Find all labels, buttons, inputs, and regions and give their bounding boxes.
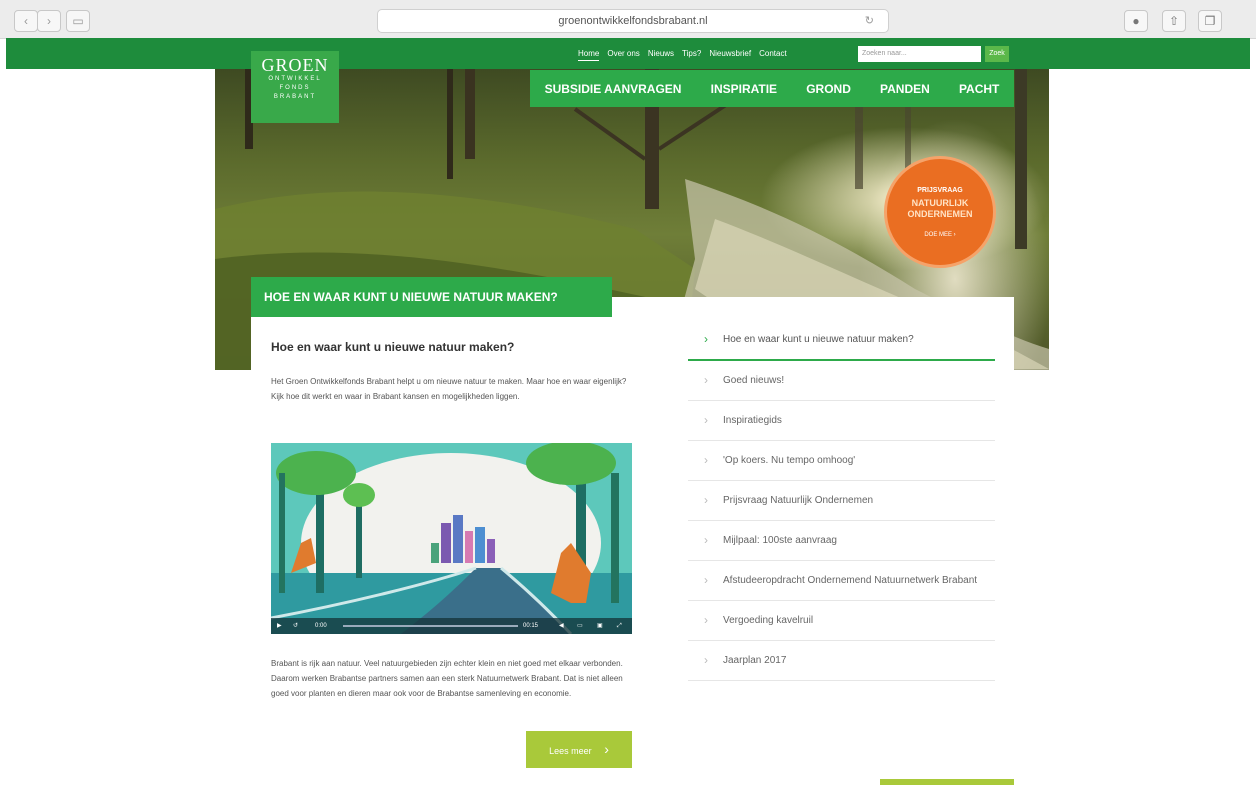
top-nav-nieuwsbrief[interactable]: Nieuwsbrief bbox=[709, 47, 751, 61]
sidebar-item-label: Goed nieuws! bbox=[723, 375, 785, 386]
sidebar-item[interactable]: › Prijsvraag Natuurlijk Ondernemen bbox=[688, 481, 995, 521]
sidebar-link-list: › Hoe en waar kunt u nieuwe natuur maken?… bbox=[688, 320, 995, 681]
intro-text: Het Groen Ontwikkelfonds Brabant helpt u… bbox=[271, 377, 627, 401]
volume-icon[interactable]: ◀ bbox=[559, 618, 564, 634]
sidebar-item[interactable]: › Jaarplan 2017 bbox=[688, 641, 995, 681]
main-nav-inspiratie[interactable]: INSPIRATIE bbox=[711, 82, 777, 96]
badge-cta[interactable]: DOE MEE › bbox=[887, 232, 993, 238]
video-controls: ▶ ↺ 0:00 00:15 ◀ ▭ ▣ ⤢ bbox=[271, 618, 632, 634]
video-current-time: 0:00 bbox=[315, 623, 327, 629]
top-nav-tips[interactable]: Tips? bbox=[682, 47, 701, 61]
video-illustration bbox=[271, 443, 632, 634]
read-more-button[interactable]: Lees meer › bbox=[526, 731, 632, 768]
read-more-label: Lees meer bbox=[549, 746, 592, 756]
top-nav-contact[interactable]: Contact bbox=[759, 47, 787, 61]
sidebar-item[interactable]: › 'Op koers. Nu tempo omhoog' bbox=[688, 441, 995, 481]
video-duration: 00:15 bbox=[523, 623, 539, 629]
sidebar-item[interactable]: › Goed nieuws! bbox=[688, 361, 995, 401]
play-icon[interactable]: ▶ bbox=[277, 618, 282, 634]
chevron-right-icon: › bbox=[704, 413, 708, 427]
page-title: Hoe en waar kunt u nieuwe natuur maken? bbox=[271, 340, 515, 354]
sidebar-item-active[interactable]: › Hoe en waar kunt u nieuwe natuur maken? bbox=[688, 320, 995, 361]
main-nav: SUBSIDIE AANVRAGEN INSPIRATIE GROND PAND… bbox=[530, 70, 1014, 107]
reload-icon[interactable]: ↻ bbox=[865, 10, 874, 32]
badge-kicker: PRIJSVRAAG bbox=[917, 187, 963, 194]
extensions-icon[interactable]: ● bbox=[1124, 10, 1148, 32]
sidebar-item-label: Jaarplan 2017 bbox=[723, 655, 787, 666]
sidebar-item-label: 'Op koers. Nu tempo omhoog' bbox=[723, 455, 856, 466]
top-nav-home[interactable]: Home bbox=[578, 47, 600, 61]
badge-title-1: NATUURLIJK bbox=[911, 198, 969, 208]
chevron-right-icon: › bbox=[704, 653, 708, 667]
sidebar-item-label: Inspiratiegids bbox=[723, 415, 782, 426]
back-icon[interactable]: ‹ bbox=[14, 10, 38, 32]
sidebar-item-label: Hoe en waar kunt u nieuwe natuur maken? bbox=[723, 334, 914, 345]
tabs-icon[interactable]: ❐ bbox=[1198, 10, 1222, 32]
sidebar-item[interactable]: › Inspiratiegids bbox=[688, 401, 995, 441]
main-nav-subsidie[interactable]: SUBSIDIE AANVRAGEN bbox=[545, 82, 682, 96]
main-nav-grond[interactable]: GROND bbox=[806, 82, 851, 96]
forward-icon[interactable]: › bbox=[37, 10, 61, 32]
top-nav-over-ons[interactable]: Over ons bbox=[607, 47, 639, 61]
sidebar-item-label: Prijsvraag Natuurlijk Ondernemen bbox=[723, 495, 874, 506]
main-nav-pacht[interactable]: PACHT bbox=[959, 82, 999, 96]
airplay-icon[interactable]: ▭ bbox=[577, 618, 583, 634]
share-icon[interactable]: ⇧ bbox=[1162, 10, 1186, 32]
logo-title: GROEN bbox=[261, 55, 329, 75]
main-nav-panden[interactable]: PANDEN bbox=[880, 82, 930, 96]
rewind-icon[interactable]: ↺ bbox=[293, 618, 298, 634]
top-nav: Home Over ons Nieuws Tips? Nieuwsbrief C… bbox=[578, 47, 787, 61]
bottom-button-edge bbox=[880, 779, 1014, 785]
video-player[interactable]: ▶ ↺ 0:00 00:15 ◀ ▭ ▣ ⤢ bbox=[271, 443, 632, 634]
chevron-right-icon: › bbox=[704, 573, 708, 587]
body-text: Brabant is rijk aan natuur. Veel natuurg… bbox=[271, 659, 623, 698]
chevron-right-icon: › bbox=[604, 741, 609, 757]
chevron-right-icon: › bbox=[704, 493, 708, 507]
url-text: groenontwikkelfondsbrabant.nl bbox=[558, 15, 708, 27]
video-progress-bar[interactable] bbox=[343, 625, 518, 627]
sidebar-item[interactable]: › Mijlpaal: 100ste aanvraag bbox=[688, 521, 995, 561]
badge-title-2: ONDERNEMEN bbox=[907, 209, 973, 219]
search-input[interactable]: Zoeken naar... bbox=[858, 46, 981, 62]
sidebar-item-label: Mijlpaal: 100ste aanvraag bbox=[723, 535, 837, 546]
sidebar-icon[interactable]: ▭ bbox=[66, 10, 90, 32]
logo-line4: BRABANT bbox=[273, 94, 317, 100]
address-bar[interactable]: groenontwikkelfondsbrabant.nl ↻ bbox=[377, 9, 889, 33]
page-banner: HOE EN WAAR KUNT U NIEUWE NATUUR MAKEN? bbox=[251, 277, 612, 317]
site-logo[interactable]: GROEN ONTWIKKEL FONDS BRABANT bbox=[251, 51, 339, 123]
fullscreen-icon[interactable]: ⤢ bbox=[617, 618, 622, 634]
chevron-right-icon: › bbox=[704, 613, 708, 627]
browser-toolbar: ‹ › ▭ groenontwikkelfondsbrabant.nl ↻ ● … bbox=[0, 0, 1256, 39]
chevron-right-icon: › bbox=[704, 373, 708, 387]
chevron-right-icon: › bbox=[704, 533, 708, 547]
sidebar-item-label: Vergoeding kavelruil bbox=[723, 615, 814, 626]
search-button[interactable]: Zoek bbox=[985, 46, 1009, 62]
prijsvraag-badge[interactable]: PRIJSVRAAG NATUURLIJK ONDERNEMEN DOE MEE… bbox=[884, 156, 996, 268]
sidebar-item[interactable]: › Vergoeding kavelruil bbox=[688, 601, 995, 641]
chevron-right-icon: › bbox=[704, 332, 708, 346]
chevron-right-icon: › bbox=[704, 453, 708, 467]
logo-line2: ONTWIKKEL bbox=[268, 76, 322, 82]
sidebar-item-label: Afstudeeropdracht Ondernemend Natuurnetw… bbox=[723, 575, 978, 586]
logo-line3: FONDS bbox=[279, 85, 311, 91]
sidebar-item[interactable]: › Afstudeeropdracht Ondernemend Natuurnet… bbox=[688, 561, 995, 601]
top-nav-nieuws[interactable]: Nieuws bbox=[648, 47, 674, 61]
pip-icon[interactable]: ▣ bbox=[597, 618, 603, 634]
